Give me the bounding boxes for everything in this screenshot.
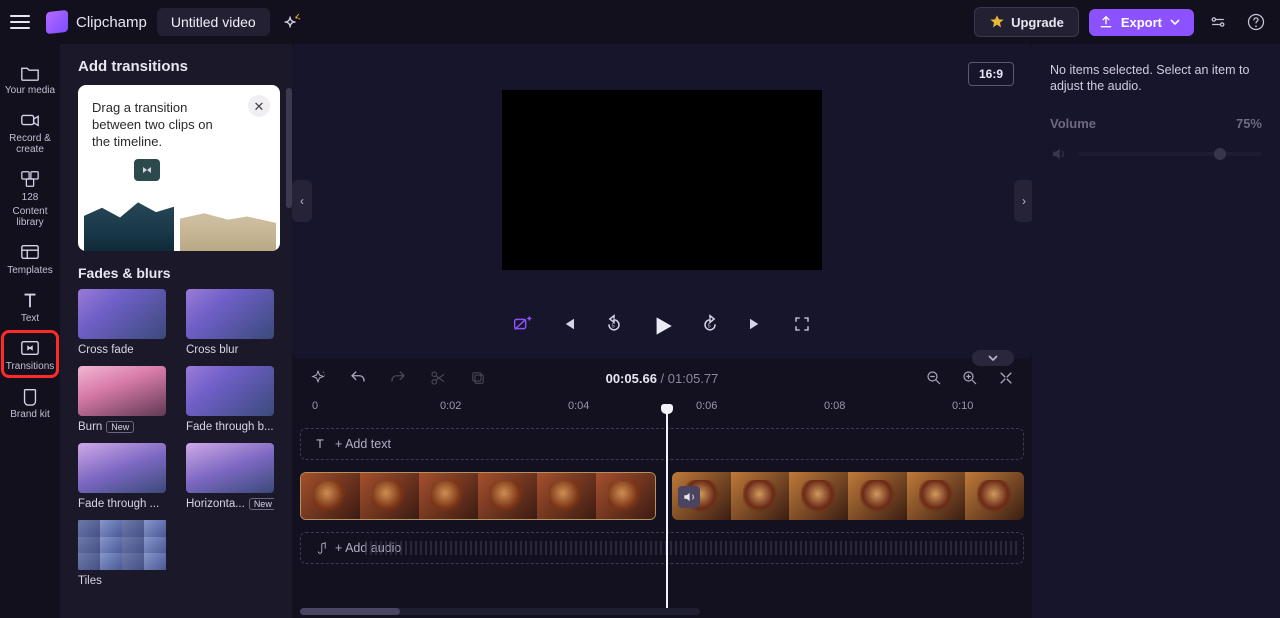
nav-record-create[interactable]: Record & create <box>3 104 57 159</box>
panel-title: Add transitions <box>78 58 280 75</box>
clipchamp-logo-icon <box>46 10 68 34</box>
transition-horizontal[interactable]: Horizonta...New <box>186 443 274 510</box>
transition-cross-blur[interactable]: Cross blur <box>186 289 274 356</box>
forward-icon[interactable]: 5 <box>698 312 722 336</box>
zoom-in-icon[interactable] <box>960 368 980 388</box>
top-bar: Clipchamp Untitled video Upgrade Export <box>0 0 1280 44</box>
upgrade-button[interactable]: Upgrade <box>974 7 1079 37</box>
volume-label: Volume <box>1050 116 1096 131</box>
nav-text[interactable]: Text <box>3 284 57 328</box>
sparkle-icon[interactable] <box>280 11 302 33</box>
playhead[interactable] <box>666 412 668 614</box>
text-icon <box>313 437 327 451</box>
transition-burn[interactable]: BurnNew <box>78 366 166 433</box>
nav-content-library[interactable]: 128 Content library <box>3 163 57 232</box>
music-note-icon <box>313 541 327 555</box>
help-icon[interactable] <box>1242 8 1270 36</box>
video-clip-1[interactable] <box>300 472 656 520</box>
clip-mute-icon[interactable] <box>678 486 700 508</box>
zoom-fit-icon[interactable] <box>996 368 1016 388</box>
auto-enhance-icon[interactable] <box>308 368 328 388</box>
transport-controls: 5 5 <box>292 312 1032 340</box>
audio-waveform <box>365 541 1017 555</box>
skip-end-icon[interactable] <box>744 312 768 336</box>
timeline-toolbar: 00:05.66 / 01:05.77 <box>292 358 1032 398</box>
new-badge: New <box>249 498 274 510</box>
volume-slider[interactable] <box>1050 145 1262 163</box>
close-icon[interactable]: ✕ <box>248 95 270 117</box>
volume-value: 75% <box>1236 116 1262 131</box>
tip-card: Drag a transition between two clips on t… <box>78 85 280 251</box>
nav-your-media[interactable]: Your media <box>3 56 57 100</box>
section-fades-blurs: Fades & blurs <box>78 265 280 281</box>
preview-stage: ‹ › 16:9 5 5 <box>292 44 1032 358</box>
timeline-time: 00:05.66 / 01:05.77 <box>606 371 719 386</box>
transition-cross-fade[interactable]: Cross fade <box>78 289 166 356</box>
play-icon[interactable] <box>648 312 676 340</box>
copy-icon <box>468 368 488 388</box>
chevron-down-icon <box>1170 17 1180 27</box>
rewind-icon[interactable]: 5 <box>602 312 626 336</box>
tip-illustration <box>78 171 280 251</box>
magic-icon[interactable] <box>510 312 534 336</box>
no-selection-message: No items selected. Select an item to adj… <box>1050 62 1262 94</box>
video-canvas[interactable] <box>502 90 822 270</box>
zoom-out-icon[interactable] <box>924 368 944 388</box>
speaker-icon <box>1050 145 1068 163</box>
nav-transitions[interactable]: Transitions <box>3 332 57 376</box>
nav-brand-kit[interactable]: Brand kit <box>3 380 57 424</box>
redo-icon <box>388 368 408 388</box>
text-track[interactable]: + Add text <box>300 428 1024 460</box>
svg-text:5: 5 <box>612 323 615 329</box>
tip-text: Drag a transition between two clips on t… <box>92 99 232 150</box>
timeline-collapse-icon[interactable] <box>972 350 1014 366</box>
nav-templates[interactable]: Templates <box>3 236 57 280</box>
transitions-panel: Add transitions Drag a transition betwee… <box>60 44 292 618</box>
video-clip-2[interactable] <box>672 472 1024 520</box>
timeline-hscroll[interactable] <box>300 608 700 615</box>
svg-text:5: 5 <box>708 323 711 329</box>
panel-collapse-left-icon[interactable]: ‹ <box>292 180 312 222</box>
panel-collapse-right-icon[interactable]: › <box>1014 180 1034 222</box>
scissors-icon <box>428 368 448 388</box>
settings-icon[interactable] <box>1204 8 1232 36</box>
transition-fade-through-b[interactable]: Fade through b... <box>186 366 274 433</box>
transition-fade-through[interactable]: Fade through ... <box>78 443 166 510</box>
properties-panel: No items selected. Select an item to adj… <box>1032 44 1280 618</box>
app-name: Clipchamp <box>76 14 147 31</box>
audio-track[interactable]: + Add audio <box>300 532 1024 564</box>
aspect-ratio-button[interactable]: 16:9 <box>968 62 1014 86</box>
new-badge: New <box>106 421 134 433</box>
timeline: 00:05.66 / 01:05.77 0 0:02 0:04 0:06 0:0… <box>292 358 1032 618</box>
fullscreen-icon[interactable] <box>790 312 814 336</box>
export-button[interactable]: Export <box>1089 9 1194 36</box>
video-track[interactable] <box>300 472 1024 520</box>
transition-tiles[interactable]: Tiles <box>78 520 166 587</box>
left-nav: Your media Record & create 128 Content l… <box>0 44 60 618</box>
skip-start-icon[interactable] <box>556 312 580 336</box>
app-logo: Clipchamp <box>46 11 147 33</box>
menu-icon[interactable] <box>4 6 36 38</box>
project-title[interactable]: Untitled video <box>157 8 270 36</box>
undo-icon[interactable] <box>348 368 368 388</box>
timeline-tracks: + Add text + Add audio <box>292 420 1032 584</box>
